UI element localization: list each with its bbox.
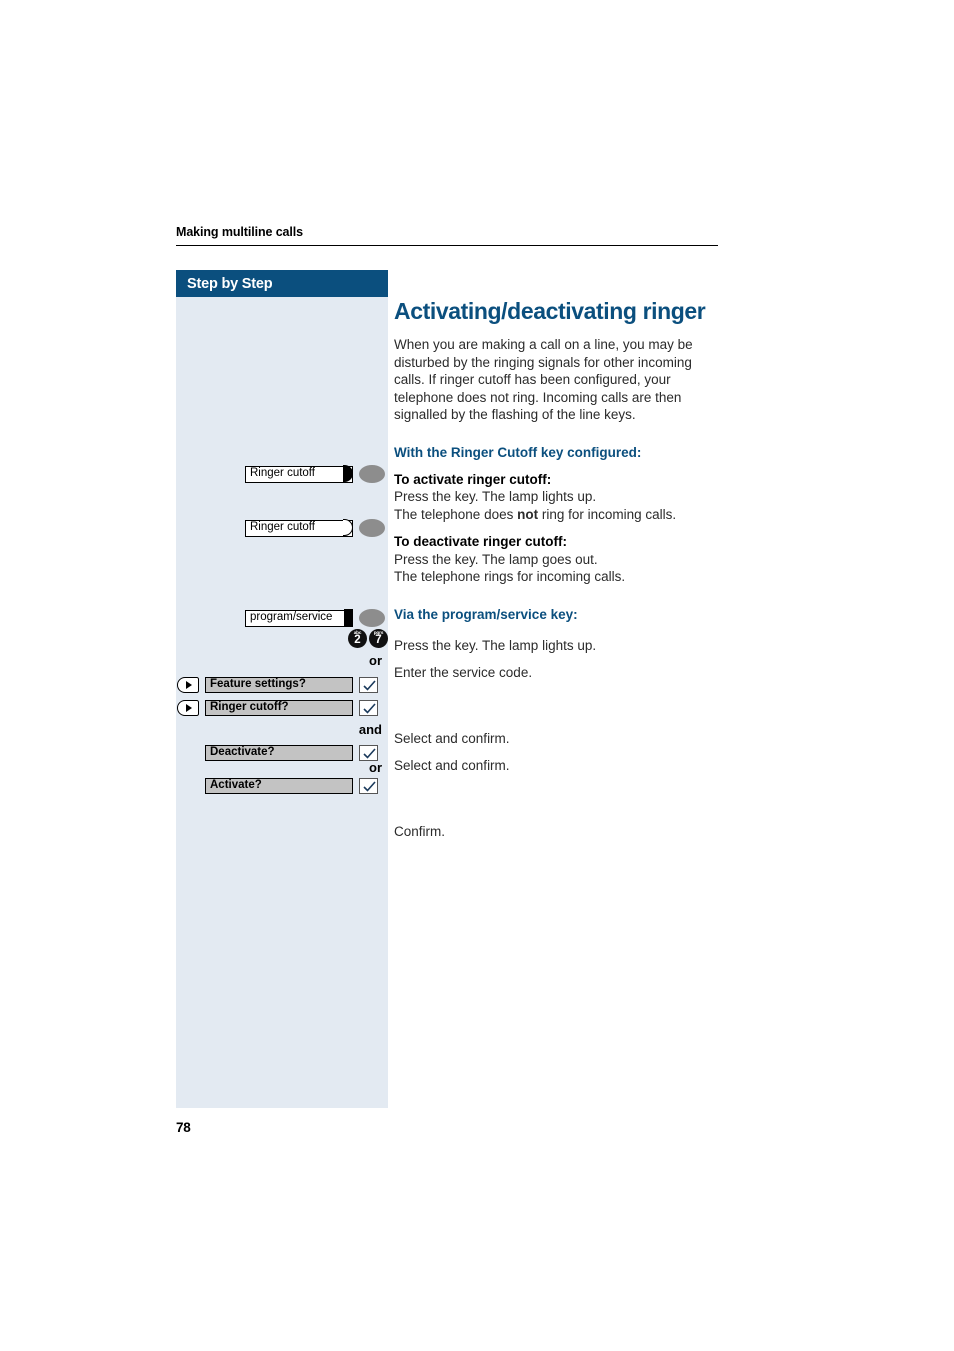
main-content: Activating/deactivating ringer When you … [394,298,724,840]
service-step-3: Select and confirm. [394,730,510,746]
key-graphic-ringer-cutoff-off[interactable]: Ringer cutoff [245,519,385,537]
keypad-key-2[interactable]: abc 2 [348,629,367,648]
section-heading-ringer-cutoff-key: With the Ringer Cutoff key configured: [394,444,642,460]
connector-and: and [358,722,382,737]
key-button-disc-icon[interactable] [359,465,385,483]
confirm-check-icon[interactable] [359,745,378,761]
nav-right-arrow-icon[interactable] [177,700,199,716]
keypad-key-7[interactable]: pqrs 7 [369,629,388,648]
menu-row-feature-settings[interactable]: Feature settings? [177,677,378,693]
page-number: 78 [176,1120,191,1135]
menu-row-label[interactable]: Ringer cutoff? [205,700,353,716]
section-heading-program-service-key: Via the program/service key: [394,606,578,622]
keycap-label: program/service [250,611,333,624]
lamp-indicator-icon [344,609,354,627]
keycap-ringer-cutoff-off[interactable]: Ringer cutoff [245,519,354,537]
subheading-to-deactivate: To deactivate ringer cutoff: [394,534,568,549]
activate-step-2-post: ring for incoming calls. [538,506,677,522]
service-step-4: Select and confirm. [394,758,510,773]
activate-step-2-pre: The telephone does [394,506,518,522]
running-head-title: Making multiline calls [176,225,303,239]
service-code-keys[interactable]: abc 2 pqrs 7 [348,629,388,648]
service-step-1: Press the key. The lamp lights up. [394,637,597,653]
confirm-check-icon[interactable] [359,700,378,716]
running-head: Making multiline calls [176,225,718,246]
menu-row-activate[interactable]: Activate? [205,778,378,794]
deactivate-step-1: Press the key. The lamp goes out. [394,551,598,567]
activate-step-2: The telephone does not ring for incoming… [394,506,724,524]
key-button-disc-icon[interactable] [359,519,385,537]
sidebar-header: Step by Step [176,270,388,297]
key-button-disc-icon[interactable] [359,609,385,627]
subheading-to-activate: To activate ringer cutoff: [394,471,552,487]
service-step-2: Enter the service code. [394,665,533,680]
menu-row-ringer-cutoff[interactable]: Ringer cutoff? [177,700,378,716]
keycap-ringer-cutoff-on[interactable]: Ringer cutoff [245,465,354,483]
deactivate-step-2: The telephone rings for incoming calls. [394,569,626,584]
confirm-check-icon[interactable] [359,778,378,794]
nav-right-arrow-icon[interactable] [177,677,199,693]
menu-row-label[interactable]: Feature settings? [205,677,353,693]
service-step-5: Confirm. [394,823,446,839]
key-graphic-ringer-cutoff-on[interactable]: Ringer cutoff [245,465,385,483]
keypad-key-digit: 2 [354,634,361,646]
running-head-rule [176,245,718,246]
confirm-check-icon[interactable] [359,677,378,693]
keycap-program-service[interactable]: program/service [245,609,354,627]
keypad-key-digit: 7 [375,634,382,646]
connector-or-2: or [369,760,382,775]
keycap-label: Ringer cutoff [250,467,315,480]
activate-step-2-emphasis: not [517,506,539,522]
menu-row-deactivate[interactable]: Deactivate? [205,745,378,761]
page-title: Activating/deactivating ringer [394,298,706,324]
menu-row-label[interactable]: Activate? [205,778,353,794]
lamp-indicator-icon [343,519,354,537]
intro-paragraph: When you are making a call on a line, yo… [394,337,693,422]
lamp-indicator-icon [343,465,354,483]
key-graphic-program-service[interactable]: program/service [245,609,385,627]
menu-row-label[interactable]: Deactivate? [205,745,353,761]
activate-step-1: Press the key. The lamp lights up. [394,489,597,504]
connector-or-1: or [369,653,382,668]
keycap-label: Ringer cutoff [250,521,315,534]
